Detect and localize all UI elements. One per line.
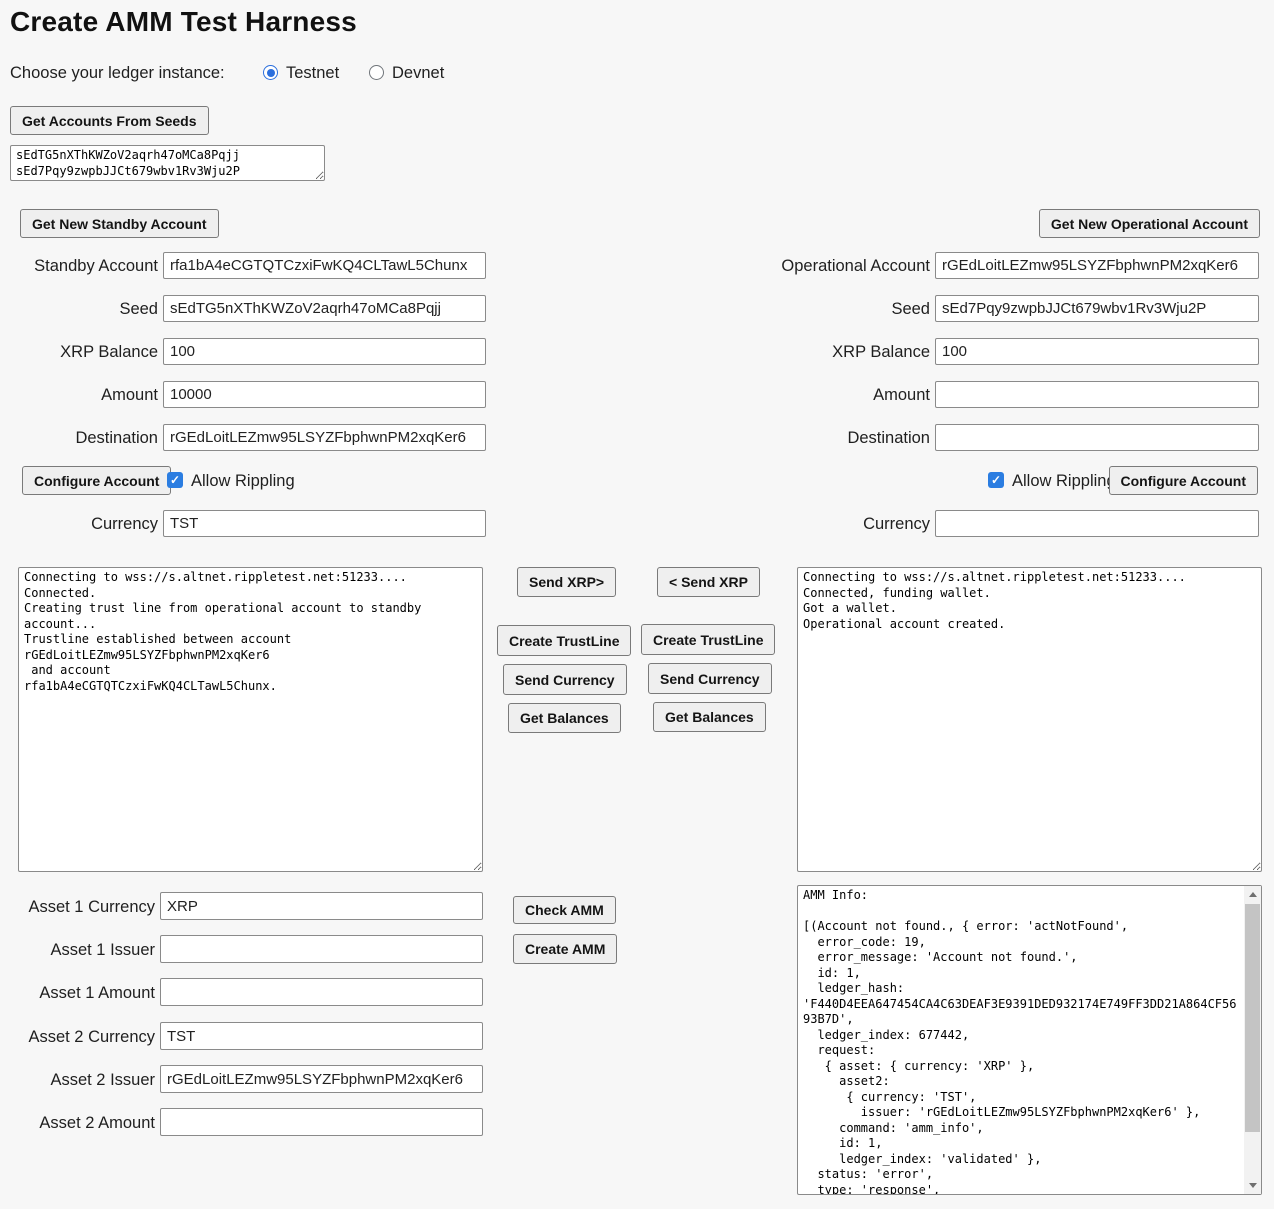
scrollbar-thumb[interactable] bbox=[1245, 904, 1260, 1132]
seeds-textarea[interactable]: sEdTG5nXThKWZoV2aqrh47oMCa8Pqjj sEd7Pqy9… bbox=[10, 145, 325, 181]
scroll-up-icon bbox=[1249, 892, 1257, 897]
standby-destination-label: Destination bbox=[75, 428, 158, 448]
operational-xrp-balance-field[interactable] bbox=[935, 338, 1259, 365]
operational-destination-field[interactable] bbox=[935, 424, 1259, 451]
testnet-radio-label[interactable]: Testnet bbox=[286, 63, 339, 83]
standby-seed-label: Seed bbox=[119, 299, 158, 319]
operational-currency-label: Currency bbox=[863, 514, 930, 534]
operational-destination-label: Destination bbox=[847, 428, 930, 448]
ledger-instance-prompt: Choose your ledger instance: bbox=[10, 63, 225, 83]
operational-configure-account-button[interactable]: Configure Account bbox=[1109, 466, 1258, 495]
operational-seed-label: Seed bbox=[891, 299, 930, 319]
asset1-currency-label: Asset 1 Currency bbox=[28, 897, 155, 917]
get-new-standby-account-button[interactable]: Get New Standby Account bbox=[20, 209, 219, 238]
operational-currency-field[interactable] bbox=[935, 510, 1259, 537]
operational-get-balances-button[interactable]: Get Balances bbox=[653, 702, 766, 732]
standby-get-balances-button[interactable]: Get Balances bbox=[508, 703, 621, 733]
asset2-amount-field[interactable] bbox=[160, 1108, 483, 1136]
standby-create-trustline-button[interactable]: Create TrustLine bbox=[497, 625, 631, 656]
standby-seed-field[interactable] bbox=[163, 295, 486, 322]
asset2-currency-label: Asset 2 Currency bbox=[28, 1027, 155, 1047]
asset2-amount-label: Asset 2 Amount bbox=[39, 1113, 155, 1133]
devnet-radio[interactable] bbox=[369, 65, 384, 80]
operational-results-textarea[interactable]: Connecting to wss://s.altnet.rippletest.… bbox=[797, 567, 1262, 872]
standby-currency-label: Currency bbox=[91, 514, 158, 534]
asset1-amount-label: Asset 1 Amount bbox=[39, 983, 155, 1003]
amm-info-scrollbar[interactable] bbox=[1244, 886, 1261, 1194]
operational-amount-field[interactable] bbox=[935, 381, 1259, 408]
operational-allow-rippling-label[interactable]: Allow Rippling bbox=[1012, 471, 1116, 491]
amm-info-text: AMM Info: [(Account not found., { error:… bbox=[798, 886, 1244, 1194]
send-xrp-to-standby-button[interactable]: < Send XRP bbox=[657, 567, 760, 597]
asset1-amount-field[interactable] bbox=[160, 978, 483, 1006]
standby-xrp-balance-field[interactable] bbox=[163, 338, 486, 365]
page-title: Create AMM Test Harness bbox=[10, 6, 357, 38]
standby-account-field[interactable] bbox=[163, 252, 486, 279]
scroll-up-button[interactable] bbox=[1244, 886, 1261, 903]
standby-amount-field[interactable] bbox=[163, 381, 486, 408]
operational-xrp-balance-label: XRP Balance bbox=[832, 342, 930, 362]
scroll-down-icon bbox=[1249, 1183, 1257, 1188]
asset1-currency-field[interactable] bbox=[160, 892, 483, 920]
standby-send-currency-button[interactable]: Send Currency bbox=[503, 664, 627, 695]
amm-info-panel[interactable]: AMM Info: [(Account not found., { error:… bbox=[797, 885, 1262, 1195]
asset2-issuer-field[interactable] bbox=[160, 1065, 483, 1093]
standby-xrp-balance-label: XRP Balance bbox=[60, 342, 158, 362]
operational-seed-field[interactable] bbox=[935, 295, 1259, 322]
standby-allow-rippling-label[interactable]: Allow Rippling bbox=[191, 471, 295, 491]
operational-account-field[interactable] bbox=[935, 252, 1259, 279]
amm-test-harness-page: Create AMM Test Harness Choose your ledg… bbox=[0, 0, 1274, 1209]
get-new-operational-account-button[interactable]: Get New Operational Account bbox=[1039, 209, 1260, 238]
asset2-issuer-label: Asset 2 Issuer bbox=[50, 1070, 155, 1090]
scroll-down-button[interactable] bbox=[1244, 1177, 1261, 1194]
create-amm-button[interactable]: Create AMM bbox=[513, 934, 617, 964]
asset1-issuer-label: Asset 1 Issuer bbox=[50, 940, 155, 960]
asset1-issuer-field[interactable] bbox=[160, 935, 483, 963]
asset2-currency-field[interactable] bbox=[160, 1022, 483, 1050]
operational-allow-rippling-checkbox[interactable]: ✓ bbox=[988, 472, 1004, 488]
get-accounts-from-seeds-button[interactable]: Get Accounts From Seeds bbox=[10, 106, 209, 135]
radio-dot-icon bbox=[267, 69, 275, 77]
standby-amount-label: Amount bbox=[101, 385, 158, 405]
standby-results-textarea[interactable]: Connecting to wss://s.altnet.rippletest.… bbox=[18, 567, 483, 872]
testnet-radio[interactable] bbox=[263, 65, 278, 80]
check-amm-button[interactable]: Check AMM bbox=[513, 896, 616, 924]
send-xrp-to-operational-button[interactable]: Send XRP> bbox=[517, 567, 616, 597]
standby-destination-field[interactable] bbox=[163, 424, 486, 451]
operational-send-currency-button[interactable]: Send Currency bbox=[648, 663, 772, 694]
standby-currency-field[interactable] bbox=[163, 510, 486, 537]
devnet-radio-label[interactable]: Devnet bbox=[392, 63, 444, 83]
operational-create-trustline-button[interactable]: Create TrustLine bbox=[641, 624, 775, 655]
standby-configure-account-button[interactable]: Configure Account bbox=[22, 466, 171, 495]
operational-amount-label: Amount bbox=[873, 385, 930, 405]
operational-account-label: Operational Account bbox=[781, 256, 930, 276]
standby-account-label: Standby Account bbox=[34, 256, 158, 276]
standby-allow-rippling-checkbox[interactable]: ✓ bbox=[167, 472, 183, 488]
